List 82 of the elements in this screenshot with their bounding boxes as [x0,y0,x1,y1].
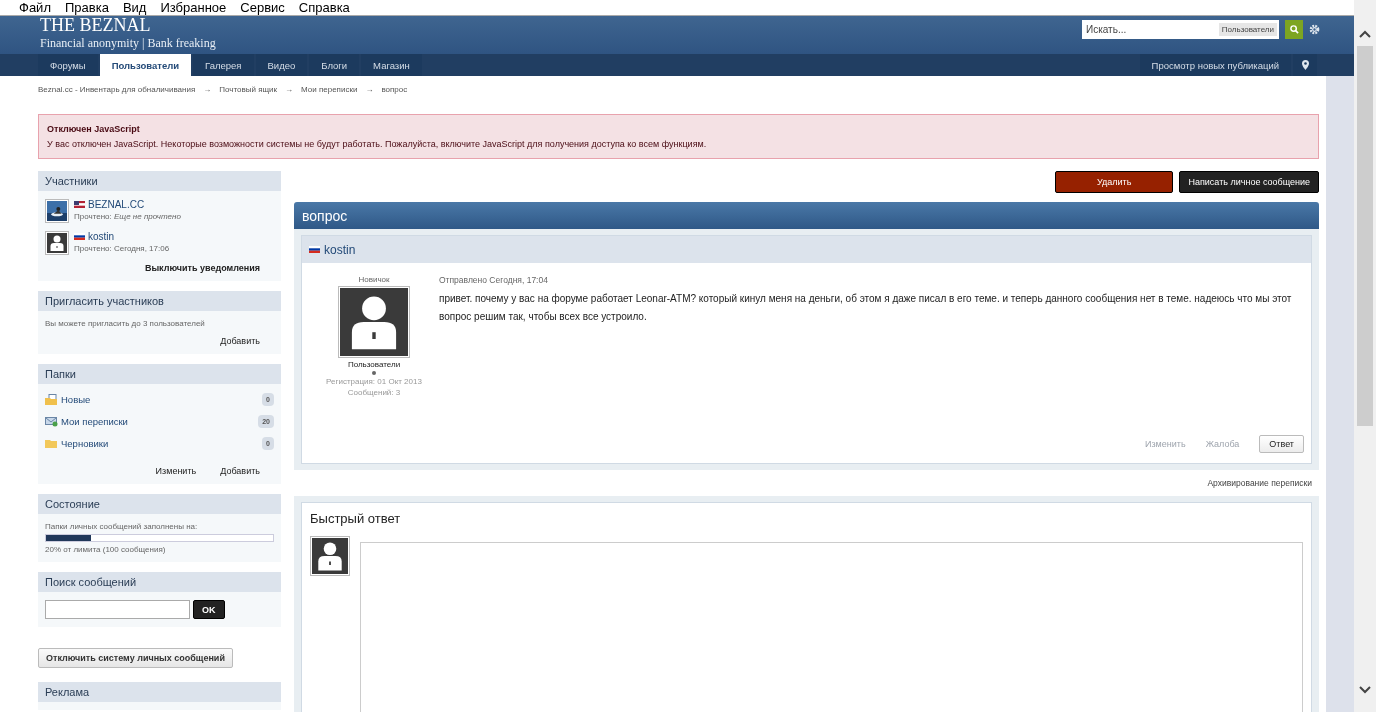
site-logo: THE BEZNAL [40,16,152,34]
user-group: Пользователи [347,360,401,369]
panel-heading: Состояние [38,494,281,514]
user-silhouette-icon [340,288,408,356]
location-button[interactable] [1293,54,1317,76]
ok-button[interactable]: OK [193,600,225,619]
search-field[interactable]: Искать... Пользователи [1082,20,1279,39]
dot-icon [372,371,376,375]
scrollbar[interactable] [1354,0,1376,712]
scroll-up-icon[interactable] [1359,30,1371,38]
menu-item[interactable]: Избранное [153,0,234,15]
panel-heading: Папки [38,364,281,384]
scroll-down-icon[interactable] [1359,686,1371,694]
read-status: Прочтено: Еще не прочтено [74,212,181,221]
nav-tab[interactable]: Пользователи [99,54,192,76]
search-scope[interactable]: Пользователи [1218,23,1277,36]
menu-item[interactable]: Вид [115,0,154,15]
search-button[interactable] [1285,20,1303,39]
nav-tab[interactable]: Блоги [309,54,360,76]
add-link[interactable]: Добавить [220,336,274,346]
nav-tab[interactable]: Форумы [38,54,98,76]
new-posts-link[interactable]: Просмотр новых публикаций [1139,54,1291,76]
map-pin-icon [1301,60,1309,70]
reply-button[interactable]: Ответ [1259,435,1304,453]
folder-link[interactable]: Мои переписки [61,415,128,427]
breadcrumb-separator: → [365,85,374,94]
post-count: Сообщений: 3 [347,388,401,397]
breadcrumb-link[interactable]: Почтовый ящик [219,85,278,94]
notice-text: У вас отключен JavaScript. Некоторые возможности системы не будут работать. Пожалуйста, включите JavaScript для получения доступа ко всем функциям. [47,139,708,149]
folder-link[interactable]: Новые [61,393,91,405]
notifications-link[interactable]: Выключить уведомления [144,263,274,273]
quick-reply-title: Быстрый ответ [310,511,402,526]
site-tagline: Financial anonymity | Bank freaking [40,36,216,51]
breadcrumb-separator: → [285,85,294,94]
menu-item[interactable]: Справка [291,0,357,15]
member-name[interactable]: kostin [74,231,170,242]
breadcrumb-link[interactable]: Мои переписки [301,85,358,94]
breadcrumb-link[interactable]: Beznal.cc - Инвентарь для обналичивания [38,85,196,94]
user-silhouette-icon [47,233,67,253]
nav-tab[interactable]: Видео [255,54,308,76]
menu-item[interactable]: Правка [57,0,116,15]
flag-icon [74,201,85,208]
member-name[interactable]: BEZNAL.CC [74,199,181,210]
message-search-field[interactable] [45,600,190,619]
registration-date: Регистрация: 01 Окт 2013 [326,377,422,386]
flag-icon [74,233,85,240]
author-name[interactable]: kostin [324,242,356,257]
flag-icon [309,246,320,253]
menu-item[interactable]: Файл [12,0,58,15]
panel-heading: Пригласить участников [38,291,281,311]
folder-action-link[interactable]: Изменить [155,466,197,476]
settings-icon[interactable] [1309,24,1320,35]
folder-link[interactable]: Черновики [61,437,109,449]
panel-heading: Реклама [38,682,281,702]
invite-text: Вы можете пригласить до 3 пользователей [45,319,206,328]
notice-title: Отключен JavaScript [47,124,141,134]
archive-link[interactable]: Архивирование переписки [1207,478,1312,488]
read-status: Прочтено: Сегодня, 17:06 [74,244,170,253]
search-icon [1289,25,1299,34]
quota-label: Папки личных сообщений заполнены на: [45,522,199,531]
nav-tab[interactable]: Магазин [361,54,422,76]
breadcrumb-separator: → [203,85,212,94]
quota-text: 20% от лимита (100 сообщения) [45,545,167,554]
panel-heading: Участники [38,171,281,191]
panel-heading: Поиск сообщений [38,572,281,592]
nav-tab[interactable]: Галерея [193,54,254,76]
folder-action-link[interactable]: Добавить [220,466,260,476]
menu-item[interactable]: Сервис [233,0,292,15]
thread-title: вопрос [294,202,1319,229]
user-title: Новичок [358,275,390,284]
member-avatar[interactable] [45,231,69,255]
disable-messages-button[interactable]: Отключить систему личных сообщений [38,648,233,668]
folder-icon [45,437,58,449]
folder-document-icon [45,393,58,405]
envelope-icon [45,415,58,427]
message-text: привет. почему у вас на форуме работает Leonar-ATM? который кинул меня на деньги, об этом я даже писал в его теме. и теперь данного сообщения нет в теме. надеюсь что мы этот вопрос решим так, чтобы всех все устроило. [439,292,1293,324]
sent-date: Отправлено Сегодня, 17:04 [439,275,549,285]
author-avatar[interactable] [338,286,410,358]
member-avatar[interactable] [45,199,69,223]
breadcrumb-link[interactable]: вопрос [381,85,408,94]
action-button[interactable]: Написать личное сообщение [1179,171,1319,193]
action-button[interactable]: Удалить [1055,171,1174,193]
